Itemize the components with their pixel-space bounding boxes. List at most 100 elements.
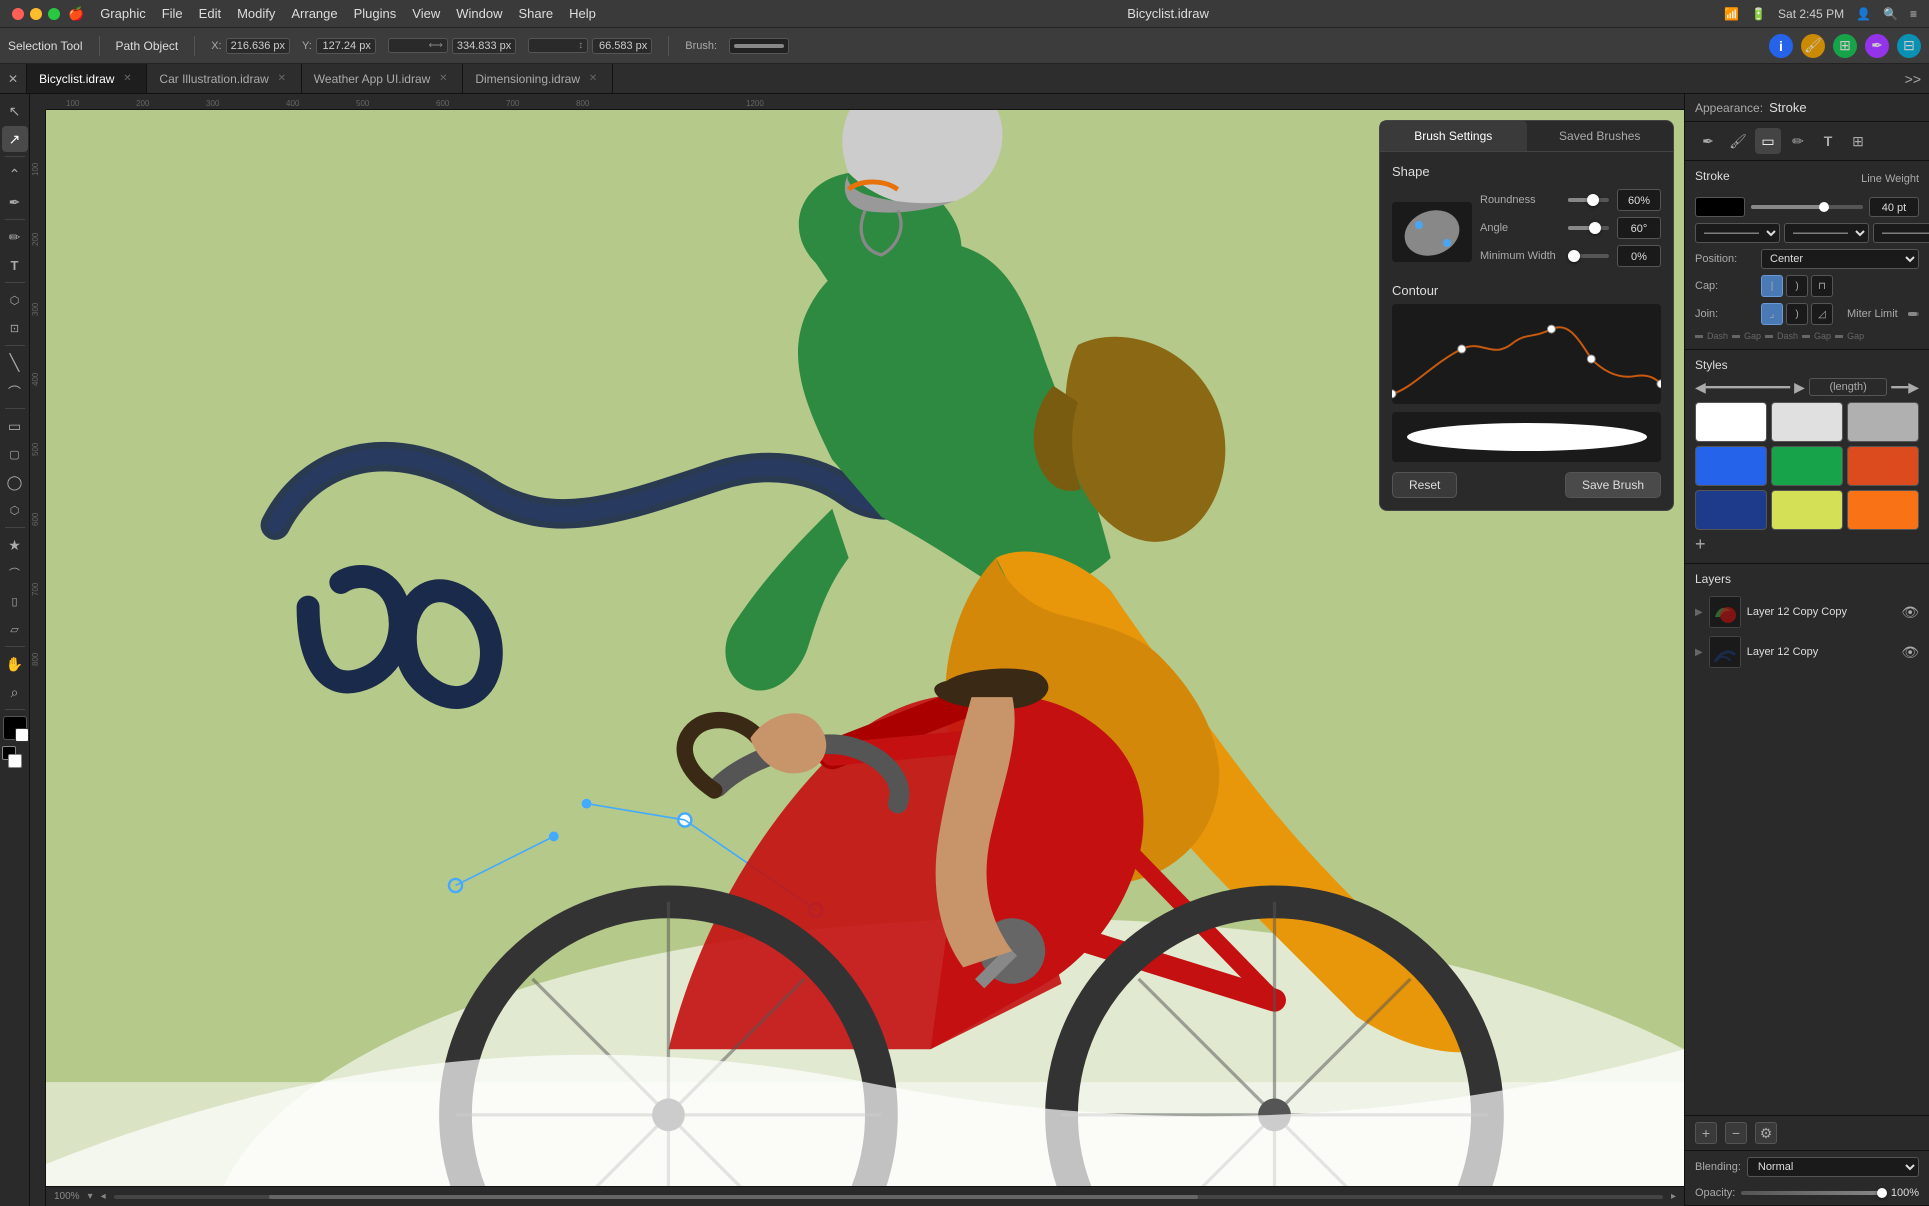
tool-text[interactable]: T	[2, 252, 28, 278]
tab-bicyclist-close[interactable]: ✕	[120, 72, 134, 86]
tab-car-close[interactable]: ✕	[275, 72, 289, 86]
tool-rounded-rect[interactable]: ▢	[2, 441, 28, 467]
style-swatch-blue[interactable]	[1695, 446, 1767, 486]
tab-car[interactable]: Car Illustration.idraw ✕	[147, 64, 301, 93]
add-style-button[interactable]: +	[1695, 534, 1919, 555]
scroll-left[interactable]: ◂	[101, 1191, 106, 1202]
style-swatch-yellow-green[interactable]	[1771, 490, 1843, 530]
menu-modify[interactable]: Modify	[237, 6, 275, 22]
stroke-color-swatch[interactable]	[3, 716, 27, 740]
tab-dimensioning-close[interactable]: ✕	[586, 72, 600, 86]
tool-pencil[interactable]: ✏	[2, 224, 28, 250]
layer-item-2[interactable]: ▶ Layer 12 Copy 👁	[1695, 632, 1919, 672]
tab-weather[interactable]: Weather App UI.idraw ✕	[302, 64, 464, 93]
opacity-slider[interactable]	[1741, 1191, 1885, 1195]
join-miter-button[interactable]: ⌟	[1761, 303, 1783, 325]
menu-graphic[interactable]: Graphic	[100, 6, 146, 22]
reset-button[interactable]: Reset	[1392, 472, 1457, 498]
w-value[interactable]: 334.833 px	[452, 38, 516, 54]
tool-rect[interactable]: ▭	[2, 413, 28, 439]
tool-line[interactable]: ╲	[2, 350, 28, 376]
gap-type-select[interactable]: —————	[1784, 223, 1869, 243]
layer-1-visibility[interactable]: 👁	[1901, 604, 1919, 621]
position-select[interactable]: Center Inside Outside	[1761, 249, 1919, 269]
x-value[interactable]: 216.636 px	[226, 38, 290, 54]
style-swatch-dark-blue[interactable]	[1695, 490, 1767, 530]
layers-icon[interactable]: ⊟	[1897, 34, 1921, 58]
layer-2-visibility[interactable]: 👁	[1901, 644, 1919, 661]
style-swatch-light-gray[interactable]	[1771, 402, 1843, 442]
menu-share[interactable]: Share	[518, 6, 553, 22]
miter-limit-slider[interactable]	[1908, 312, 1919, 316]
close-tab[interactable]: ✕	[0, 64, 27, 93]
tool-freehand[interactable]: ⌒	[2, 560, 28, 586]
tab-weather-close[interactable]: ✕	[436, 72, 450, 86]
tool-select-arrow[interactable]: ↖	[2, 98, 28, 124]
pen-icon[interactable]: ✒	[1865, 34, 1889, 58]
dash-type-select-2[interactable]: —————	[1873, 223, 1929, 243]
tool-select-direct[interactable]: ↗	[2, 126, 28, 152]
horizontal-scrollbar[interactable]	[114, 1195, 1663, 1199]
menu-help[interactable]: Help	[569, 6, 596, 22]
style-swatch-orange[interactable]	[1847, 490, 1919, 530]
line-weight-slider[interactable]	[1751, 205, 1863, 209]
brush-preview[interactable]	[729, 38, 789, 54]
minimize-button[interactable]	[30, 8, 42, 20]
cap-square-button[interactable]: ⊓	[1811, 275, 1833, 297]
join-bevel-button[interactable]: ◿	[1811, 303, 1833, 325]
line-weight-value[interactable]: 40 pt	[1869, 197, 1919, 217]
tool-pan[interactable]: ✋	[2, 651, 28, 677]
menu-edit[interactable]: Edit	[199, 6, 221, 22]
tool-zoom[interactable]: ⌕	[2, 679, 28, 705]
cap-butt-button[interactable]: |	[1761, 275, 1783, 297]
tab-brush-settings[interactable]: Brush Settings	[1380, 121, 1527, 151]
stroke-icon[interactable]: ▭	[1755, 128, 1781, 154]
cap-round-button[interactable]: )	[1786, 275, 1808, 297]
save-brush-button[interactable]: Save Brush	[1565, 472, 1661, 498]
pencil-icon[interactable]: ✏	[1785, 128, 1811, 154]
min-width-slider[interactable]	[1568, 254, 1609, 258]
join-round-button[interactable]: )	[1786, 303, 1808, 325]
h-value[interactable]: 66.583 px	[592, 38, 652, 54]
menu-plugins[interactable]: Plugins	[354, 6, 397, 22]
grid-icon-rp[interactable]: ⊞	[1845, 128, 1871, 154]
add-layer-button[interactable]: +	[1695, 1122, 1717, 1144]
style-swatch-red-orange[interactable]	[1847, 446, 1919, 486]
blending-select[interactable]: Normal Multiply Screen Overlay	[1747, 1157, 1919, 1177]
dash-type-select[interactable]: —————	[1695, 223, 1780, 243]
delete-layer-button[interactable]: −	[1725, 1122, 1747, 1144]
angle-slider[interactable]	[1568, 226, 1609, 230]
tool-star[interactable]: ★	[2, 532, 28, 558]
menu-window[interactable]: Window	[456, 6, 502, 22]
maximize-button[interactable]	[48, 8, 60, 20]
stroke-swatch-mini[interactable]	[8, 754, 22, 768]
y-value[interactable]: 127.24 px	[316, 38, 376, 54]
color-icon[interactable]: 🖌	[1801, 34, 1825, 58]
stroke-color[interactable]	[1695, 197, 1745, 217]
tool-text-area[interactable]: ⊡	[2, 315, 28, 341]
tab-dimensioning[interactable]: Dimensioning.idraw ✕	[463, 64, 613, 93]
tool-shape-3d[interactable]: ⬡	[2, 287, 28, 313]
scroll-right[interactable]: ▸	[1671, 1191, 1676, 1202]
tool-skew[interactable]: ▱	[2, 616, 28, 642]
search-icon[interactable]: 🔍	[1883, 7, 1898, 21]
roundness-slider[interactable]	[1568, 198, 1609, 202]
style-swatch-green[interactable]	[1771, 446, 1843, 486]
apple-menu[interactable]: 🍎	[68, 6, 84, 22]
tool-pen-draw[interactable]: ✒	[2, 189, 28, 215]
type-icon[interactable]: T	[1815, 128, 1841, 154]
tab-bicyclist[interactable]: Bicyclist.idraw ✕	[27, 64, 147, 93]
menu-view[interactable]: View	[412, 6, 440, 22]
tab-saved-brushes[interactable]: Saved Brushes	[1527, 121, 1674, 151]
tool-ellipse[interactable]: ◯	[2, 469, 28, 495]
menu-arrange[interactable]: Arrange	[291, 6, 337, 22]
zoom-icon[interactable]: ▾	[88, 1191, 93, 1202]
layer-item-1[interactable]: ▶ Layer 12 Copy Copy 👁	[1695, 592, 1919, 632]
canvas-content[interactable]: Brush Settings Saved Brushes Shape	[46, 110, 1684, 1186]
tool-rect-shape[interactable]: ▯	[2, 588, 28, 614]
contour-graph[interactable]	[1392, 304, 1661, 404]
tool-pen-cusp[interactable]: ⌃	[2, 161, 28, 187]
brush-icon[interactable]: 🖌	[1725, 128, 1751, 154]
info-icon[interactable]: i	[1769, 34, 1793, 58]
menu-file[interactable]: File	[162, 6, 183, 22]
